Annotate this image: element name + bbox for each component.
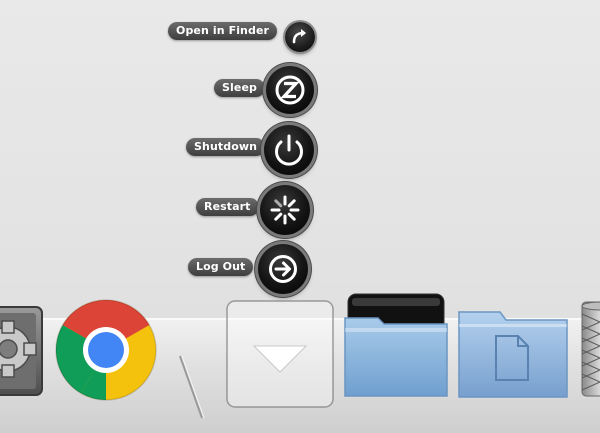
system-preferences-icon[interactable] [0, 305, 44, 397]
folder-open-icon[interactable] [342, 292, 450, 400]
menu-label-restart: Restart [196, 198, 259, 216]
menu-item-open-in-finder[interactable]: Open in Finder [0, 8, 600, 68]
spinner-icon[interactable] [260, 185, 310, 235]
menu-item-restart[interactable]: Restart [0, 180, 600, 240]
arrow-right-circle-icon[interactable] [258, 244, 308, 294]
chrome-icon[interactable] [54, 298, 158, 402]
documents-folder-icon[interactable] [456, 304, 570, 400]
power-icon[interactable] [264, 125, 314, 175]
menu-label-sleep: Sleep [214, 79, 265, 97]
menu-label-shutdown: Shutdown [186, 138, 266, 156]
sleep-z-icon[interactable] [266, 66, 314, 114]
dock-separator [176, 352, 206, 422]
menu-item-sleep[interactable]: Sleep [0, 62, 600, 122]
menu-item-shutdown[interactable]: Shutdown [0, 120, 600, 180]
menu-label-open-in-finder: Open in Finder [168, 22, 278, 40]
stack-expand-chevron-icon[interactable] [226, 300, 334, 408]
menu-label-log-out: Log Out [188, 258, 254, 276]
arrow-curved-icon[interactable] [285, 22, 315, 52]
menu-item-log-out[interactable]: Log Out [0, 238, 600, 298]
trash-icon[interactable] [578, 300, 600, 400]
